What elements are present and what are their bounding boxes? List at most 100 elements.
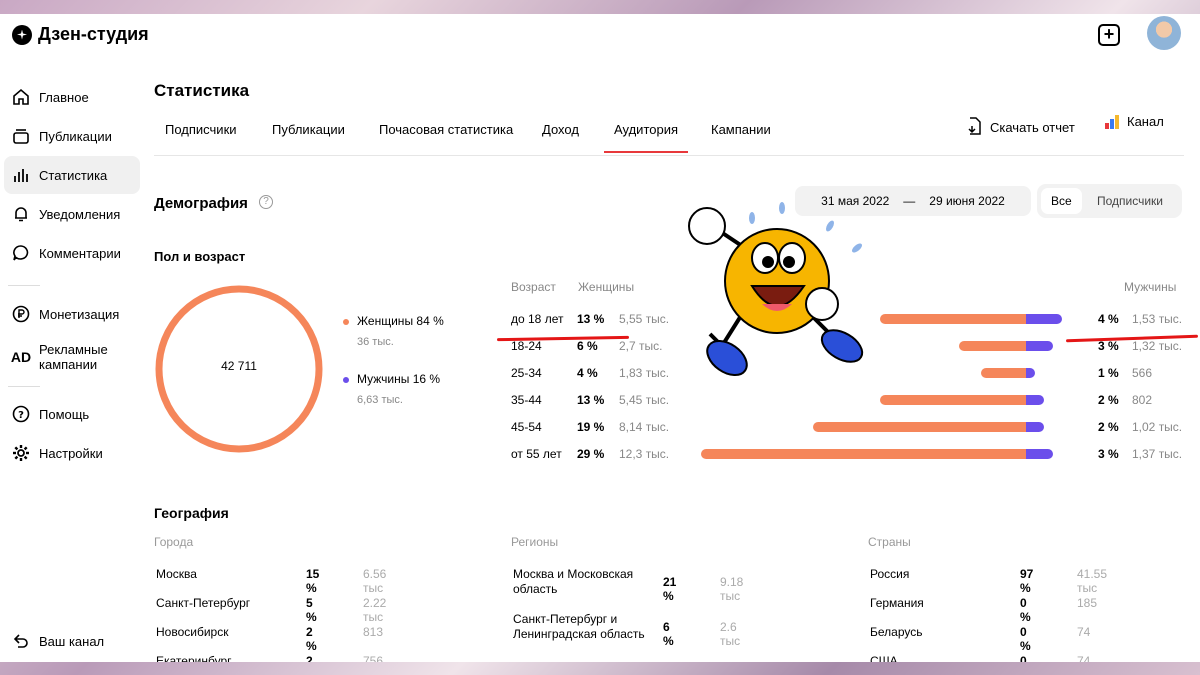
sidebar-item-label: Монетизация [39, 306, 120, 322]
legend-women-label: Женщины 84 % [357, 314, 444, 328]
tab-subscribers[interactable]: Подписчики [165, 122, 237, 137]
age-label: 25-34 [511, 366, 542, 380]
women-count: 12,3 тыс. [619, 447, 670, 461]
geo-name: Россия [870, 567, 910, 581]
tab-campaigns[interactable]: Кампании [711, 122, 771, 137]
avatar[interactable] [1147, 16, 1181, 50]
geo-percent: 2 % [306, 625, 317, 653]
women-bar [813, 422, 1026, 432]
gender-age-title: Пол и возраст [154, 249, 246, 264]
sidebar-item-settings[interactable]: Настройки [4, 434, 140, 472]
back-arrow-icon [11, 631, 31, 651]
sidebar-item-statistics[interactable]: Статистика [4, 156, 140, 194]
geo-name: Новосибирск [156, 625, 229, 639]
app-logo[interactable]: Дзен-студия [12, 24, 149, 45]
women-bar [958, 341, 1026, 351]
regions-heading: Регионы [511, 535, 559, 549]
men-bar [1026, 395, 1044, 405]
sidebar-item-label: Комментарии [39, 245, 121, 261]
download-report-label: Скачать отчет [990, 120, 1075, 135]
women-count: 1,83 тыс. [619, 366, 670, 380]
women-percent: 13 % [577, 312, 605, 326]
channel-button[interactable]: Канал [1105, 114, 1164, 129]
countries-heading: Страны [868, 535, 911, 549]
sidebar-item-help[interactable]: ? Помощь [4, 395, 140, 433]
sidebar-item-publications[interactable]: Публикации [4, 117, 140, 155]
col-men: Мужчины [1124, 280, 1177, 294]
sidebar-item-your-channel[interactable]: Ваш канал [4, 622, 140, 660]
sidebar-item-label: Статистика [39, 167, 108, 183]
sidebar-divider [8, 285, 40, 286]
women-bar [880, 395, 1026, 405]
geo-percent: 21 % [663, 575, 677, 603]
women-percent: 19 % [577, 420, 605, 434]
tab-publications[interactable]: Публикации [272, 122, 345, 137]
geo-name: Москва [156, 567, 197, 581]
men-count: 1,02 тыс. [1132, 420, 1183, 434]
tab-hourly-stats[interactable]: Почасовая статистика [379, 122, 513, 137]
channel-bars-icon [1105, 114, 1119, 129]
geo-percent: 97 % [1020, 567, 1034, 595]
women-count: 2,7 тыс. [619, 339, 663, 353]
men-count: 802 [1132, 393, 1153, 407]
sidebar-item-comments[interactable]: Комментарии [4, 234, 140, 272]
sidebar-item-ad-campaigns[interactable]: AD Рекламные кампании [4, 338, 140, 376]
sidebar-item-label: Настройки [39, 445, 103, 461]
tab-audience[interactable]: Аудитория [603, 122, 689, 153]
men-count: 1,37 тыс. [1132, 447, 1183, 461]
legend-men-label: Мужчины 16 % [357, 372, 441, 386]
col-women: Женщины [578, 280, 635, 294]
ad-icon: AD [10, 348, 32, 365]
sidebar-item-label: Помощь [39, 406, 90, 422]
segment-subscribers[interactable]: Подписчики [1087, 188, 1173, 214]
age-label: 45-54 [511, 420, 542, 434]
geo-name: Санкт-Петербург [156, 596, 251, 610]
age-row: 35-44 13 % 5,45 тыс. 2 % 802 [511, 391, 1183, 411]
women-count: 5,55 тыс. [619, 312, 670, 326]
geography-title: География [154, 505, 229, 521]
add-publication-button[interactable]: + [1098, 24, 1120, 46]
geo-name: Беларусь [870, 625, 923, 639]
women-bar [701, 449, 1026, 459]
geo-count: 9.18 тыс [720, 575, 744, 603]
bell-icon [11, 204, 31, 224]
date-separator: — [903, 194, 916, 208]
legend-women-count: 36 тыс. [357, 336, 394, 348]
men-percent: 4 % [1098, 312, 1119, 326]
men-percent: 2 % [1098, 420, 1119, 434]
download-report-button[interactable]: Скачать отчет [966, 116, 1075, 139]
tab-income[interactable]: Доход [542, 122, 579, 137]
age-label: от 55 лет [511, 447, 562, 461]
geo-count: 74 [1077, 625, 1091, 639]
age-row: 45-54 19 % 8,14 тыс. 2 % 1,02 тыс. [511, 418, 1183, 438]
help-icon: ? [11, 404, 31, 424]
geo-name: Екатеринбург [156, 654, 232, 662]
age-label: до 18 лет [511, 312, 564, 326]
app-window: Дзен-студия + Главное Публикации Статист… [0, 14, 1200, 662]
men-percent: 3 % [1098, 339, 1119, 353]
men-count: 1,32 тыс. [1132, 339, 1183, 353]
age-row: от 55 лет 29 % 12,3 тыс. 3 % 1,37 тыс. [511, 445, 1183, 465]
running-emoji-sticker [688, 202, 864, 377]
sidebar-item-notifications[interactable]: Уведомления [4, 195, 140, 233]
sidebar-item-label: Главное [39, 89, 89, 105]
women-dot-icon [343, 318, 349, 325]
sidebar-item-label: Публикации [39, 128, 112, 144]
question-icon[interactable]: ? [259, 195, 273, 209]
segment-all[interactable]: Все [1041, 188, 1082, 214]
geo-count: 813 [363, 625, 384, 639]
demography-title: Демография [154, 195, 248, 212]
men-dot-icon [343, 376, 349, 383]
legend-women: Женщины 84 % 36 тыс. [343, 314, 444, 348]
sidebar-item-label: Ваш канал [39, 633, 105, 649]
publications-icon [11, 126, 31, 146]
women-count: 8,14 тыс. [619, 420, 670, 434]
geo-count: 74 [1077, 654, 1091, 662]
geo-percent: 6 % [663, 620, 674, 648]
date-to: 29 июня 2022 [929, 194, 1005, 208]
geo-percent: 2 % [306, 654, 313, 662]
sidebar-item-home[interactable]: Главное [4, 78, 140, 116]
age-label: 35-44 [511, 393, 542, 407]
channel-label: Канал [1127, 114, 1164, 129]
sidebar-item-monetization[interactable]: Монетизация [4, 295, 140, 333]
